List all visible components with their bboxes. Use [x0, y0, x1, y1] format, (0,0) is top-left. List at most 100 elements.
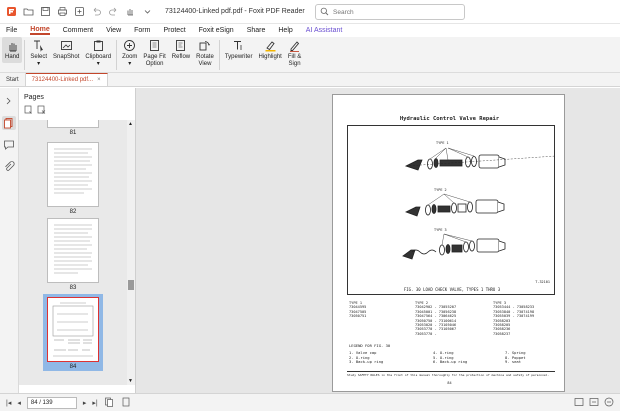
menu-ai-assistant[interactable]: AI Assistant	[306, 27, 343, 34]
legend-title: LEGEND FOR FIG. 30	[349, 343, 391, 348]
document-tabs: Start 73124400-Linked pdf... ×	[0, 73, 620, 87]
thumbnail-preview	[47, 142, 99, 207]
fit-width-icon[interactable]	[589, 397, 599, 407]
quick-access-dropdown-icon[interactable]	[142, 6, 153, 17]
first-page-icon[interactable]: |◂	[6, 399, 11, 407]
menu-comment[interactable]: Comment	[63, 27, 93, 34]
hand-tool-button[interactable]: Hand	[2, 37, 23, 63]
page-thumbnail[interactable]: 82	[47, 142, 99, 215]
page-fit-option-button[interactable]: Page Fit Option	[140, 37, 168, 70]
comments-panel-icon[interactable]	[2, 138, 16, 152]
menu-home[interactable]: Home	[30, 26, 50, 35]
menu-bar: File Home Comment View Form Protect Foxi…	[0, 24, 620, 37]
hand-label: Hand	[5, 54, 20, 60]
thumbnail-preview	[47, 120, 99, 128]
continuous-view-icon[interactable]	[121, 397, 132, 408]
clipboard-button[interactable]: Clipboard ▾	[82, 37, 114, 70]
reflow-icon	[176, 40, 186, 51]
valve-figure: TYPE 1 TYPE 2 TYPE 3 T-32101 FIG. 30 LOA…	[347, 125, 557, 295]
scrollbar-thumb[interactable]	[128, 280, 134, 290]
menu-foxit-esign[interactable]: Foxit eSign	[199, 27, 234, 34]
thumbnail-label: 82	[69, 209, 77, 215]
highlighter-icon	[265, 41, 276, 52]
fill-sign-label-2: Sign	[288, 61, 301, 67]
ribbon-divider	[24, 40, 26, 70]
page-thumbnail[interactable]: 83	[47, 218, 99, 291]
new-file-icon[interactable]	[74, 6, 85, 17]
menu-share[interactable]: Share	[247, 27, 266, 34]
zoom-in-icon	[124, 40, 136, 51]
highlight-label: Highlight	[258, 54, 282, 60]
redo-icon[interactable]	[108, 6, 119, 17]
search-input[interactable]	[333, 8, 453, 16]
printed-page-number: 84	[447, 381, 452, 385]
pages-panel: Pages 81 82 83 84 ▲ ▼	[19, 88, 136, 393]
thumbnail-label: 84	[69, 364, 77, 370]
page-options-icon[interactable]	[24, 105, 33, 116]
hand-icon	[9, 43, 17, 52]
legend-item: 9. seat	[505, 359, 522, 365]
hand-dropdown-icon[interactable]	[125, 6, 136, 17]
pdf-page: Hydraulic Control Valve Repair TYPE 1 TY…	[332, 94, 565, 392]
zoom-label: Zoom	[122, 54, 138, 60]
reflow-button[interactable]: Reflow	[169, 37, 193, 63]
select-tool-button[interactable]: Select ▾	[27, 37, 50, 70]
safety-footer-note: Study SAFETY RULES in the front of this …	[347, 371, 555, 377]
select-dropdown-icon: ▾	[37, 61, 41, 67]
typewriter-button[interactable]: Typewriter	[222, 37, 256, 63]
search-box[interactable]	[315, 4, 465, 20]
document-view: Hydraulic Control Valve Repair TYPE 1 TY…	[136, 88, 620, 393]
undo-icon[interactable]	[91, 6, 102, 17]
page-thumbnails: 81 82 83 84	[19, 120, 127, 385]
previous-page-icon[interactable]: ◂	[17, 399, 21, 407]
last-page-icon[interactable]: ▸|	[92, 399, 97, 407]
menu-help[interactable]: Help	[278, 27, 292, 34]
zoom-dropdown-icon: ▾	[128, 61, 132, 67]
ribbon-toolbar: Hand Select ▾ SnapShot Clipboard ▾ Zoom …	[0, 37, 620, 73]
menu-protect[interactable]: Protect	[163, 27, 185, 34]
select-text-icon	[34, 40, 44, 52]
fill-sign-pen-icon	[290, 41, 300, 52]
page-thumbnail-selected[interactable]: 84	[43, 294, 103, 371]
tab-close-icon[interactable]: ×	[97, 77, 101, 83]
status-bar: |◂ ◂ 84 / 139 ▸ ▸|	[0, 393, 620, 411]
legend-item: 6. Back-up ring	[433, 359, 468, 365]
menu-view[interactable]: View	[106, 27, 121, 34]
page-thumbnail[interactable]: 81	[47, 120, 99, 136]
save-icon[interactable]	[40, 6, 51, 17]
type1-label: TYPE 1	[436, 141, 449, 145]
ribbon-divider	[218, 40, 220, 70]
tab-start[interactable]: Start	[0, 73, 26, 86]
zoom-button[interactable]: Zoom ▾	[119, 37, 140, 70]
menu-form[interactable]: Form	[134, 27, 150, 34]
type2-part-numbers: TYPE 2 73042902 - 73055207 73045001 - 73…	[415, 301, 457, 336]
snapshot-button[interactable]: SnapShot	[50, 37, 82, 63]
tab-document[interactable]: 73124400-Linked pdf... ×	[25, 73, 108, 86]
attachments-panel-icon[interactable]	[2, 160, 16, 174]
title-bar: 73124400-Linked pdf.pdf - Foxit PDF Read…	[0, 0, 620, 24]
fill-sign-button[interactable]: Fill & Sign	[285, 37, 304, 70]
page-delete-icon[interactable]	[37, 105, 46, 116]
rotate-view-button[interactable]: Rotate View	[193, 37, 217, 70]
highlight-button[interactable]: Highlight	[256, 37, 285, 63]
next-page-icon[interactable]: ▸	[83, 399, 87, 407]
snapshot-icon	[60, 41, 72, 50]
scroll-down-icon[interactable]: ▼	[128, 378, 133, 384]
type3-label: TYPE 3	[434, 228, 447, 232]
single-page-view-icon[interactable]	[104, 397, 115, 408]
scroll-up-icon[interactable]: ▲	[128, 121, 133, 127]
menu-file[interactable]: File	[6, 27, 17, 34]
open-folder-icon[interactable]	[23, 6, 34, 17]
legend-item: 3. Back-up ring	[349, 359, 384, 365]
clipboard-label: Clipboard	[85, 54, 112, 60]
page-number-input[interactable]: 84 / 139	[26, 396, 77, 409]
print-icon[interactable]	[57, 6, 68, 17]
figure-code: T-32101	[535, 280, 550, 284]
fill-sign-label: Fill &	[287, 54, 302, 60]
search-icon	[320, 7, 329, 18]
thumbnails-scrollbar[interactable]: ▲ ▼	[127, 120, 135, 385]
collapse-panel-icon[interactable]	[2, 94, 16, 108]
fit-page-icon[interactable]	[574, 397, 584, 407]
pages-panel-icon[interactable]	[2, 116, 16, 130]
zoom-out-icon[interactable]	[604, 397, 614, 407]
